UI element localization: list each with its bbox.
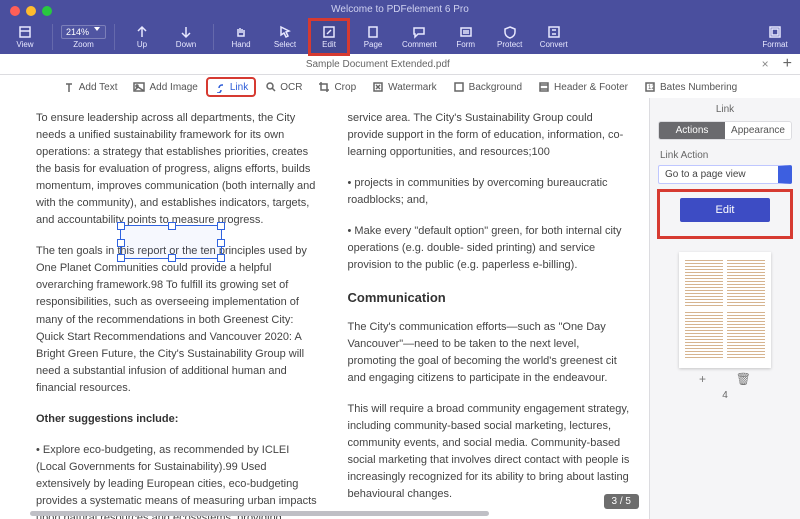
link-action-label: Link Action xyxy=(650,148,800,165)
bates-icon: 12 xyxy=(644,81,656,93)
page-button[interactable]: Page xyxy=(354,20,392,54)
horizontal-scrollbar[interactable] xyxy=(30,511,489,516)
bates-numbering-button[interactable]: 12Bates Numbering xyxy=(638,79,743,95)
convert-icon xyxy=(547,25,561,39)
comment-button[interactable]: Comment xyxy=(398,20,441,54)
resize-handle[interactable] xyxy=(117,239,125,247)
comment-icon xyxy=(412,25,426,39)
body-text: • projects in communities by overcoming … xyxy=(348,175,632,209)
header-footer-icon xyxy=(538,81,550,93)
ocr-button[interactable]: OCR xyxy=(258,79,308,95)
thumb-delete-icon[interactable]: 🗑 xyxy=(736,372,751,386)
tab-bar: Sample Document Extended.pdf × + xyxy=(0,54,800,75)
watermark-icon xyxy=(372,81,384,93)
crop-icon xyxy=(318,81,330,93)
form-button[interactable]: Form xyxy=(447,20,485,54)
window-title: Welcome to PDFelement 6 Pro xyxy=(0,0,800,20)
svg-text:12: 12 xyxy=(648,85,655,91)
add-image-button[interactable]: Add Image xyxy=(127,79,203,95)
view-icon xyxy=(18,25,32,39)
format-icon xyxy=(768,25,782,39)
body-text: service area. The City's Sustainability … xyxy=(348,110,632,161)
resize-handle[interactable] xyxy=(168,254,176,262)
up-button[interactable]: Up xyxy=(123,20,161,54)
body-heading: Other suggestions include: xyxy=(36,411,320,428)
watermark-button[interactable]: Watermark xyxy=(366,79,443,95)
add-text-button[interactable]: Add Text xyxy=(57,79,124,95)
resize-handle[interactable] xyxy=(217,222,225,230)
resize-handle[interactable] xyxy=(168,222,176,230)
target-page-thumbnail[interactable]: + 🗑 4 xyxy=(679,252,771,401)
protect-button[interactable]: Protect xyxy=(491,20,529,54)
tab-appearance[interactable]: Appearance xyxy=(725,122,791,139)
body-text: The City's communication efforts—such as… xyxy=(348,319,632,387)
background-icon xyxy=(453,81,465,93)
body-text: To ensure leadership across all departme… xyxy=(36,110,320,229)
cursor-icon xyxy=(278,25,292,39)
body-text: The ten goals in this report or the ten … xyxy=(36,243,320,396)
resize-handle[interactable] xyxy=(117,222,125,230)
view-button[interactable]: View xyxy=(6,20,44,54)
image-icon xyxy=(133,81,145,93)
thumb-page-number: 4 xyxy=(679,390,771,401)
arrow-up-icon xyxy=(135,25,149,39)
hand-icon xyxy=(234,25,248,39)
page-icon xyxy=(366,25,380,39)
tab-actions[interactable]: Actions xyxy=(659,122,725,139)
document-content: To ensure leadership across all departme… xyxy=(0,98,649,519)
hand-button[interactable]: Hand xyxy=(222,20,260,54)
resize-handle[interactable] xyxy=(217,254,225,262)
tab-close-button[interactable]: × xyxy=(756,57,775,71)
link-icon xyxy=(214,81,226,93)
link-button[interactable]: Link xyxy=(208,79,254,95)
crop-button[interactable]: Crop xyxy=(312,79,362,95)
window-zoom-icon[interactable] xyxy=(42,6,52,16)
zoom-dropdown[interactable]: 214% Zoom xyxy=(61,20,106,54)
window-minimize-icon[interactable] xyxy=(26,6,36,16)
document-tab[interactable]: Sample Document Extended.pdf xyxy=(0,59,756,70)
text-icon xyxy=(63,81,75,93)
section-heading: Communication xyxy=(348,288,632,308)
link-properties-panel: Link Actions Appearance Link Action Go t… xyxy=(649,98,800,519)
panel-tabs: Actions Appearance xyxy=(658,121,792,140)
body-text: This will require a broad community enga… xyxy=(348,401,632,503)
convert-button[interactable]: Convert xyxy=(535,20,573,54)
ocr-icon xyxy=(264,81,276,93)
arrow-down-icon xyxy=(179,25,193,39)
thumb-add-icon[interactable]: + xyxy=(699,372,706,386)
header-footer-button[interactable]: Header & Footer xyxy=(532,79,634,95)
tab-add-button[interactable]: + xyxy=(775,55,800,73)
panel-title: Link xyxy=(650,98,800,121)
resize-handle[interactable] xyxy=(117,254,125,262)
page-counter: 3 / 5 xyxy=(604,494,639,509)
edit-sub-toolbar: Add Text Add Image Link OCR Crop Waterma… xyxy=(0,75,800,100)
format-button[interactable]: Format xyxy=(756,20,794,54)
page-thumbnail xyxy=(679,252,771,368)
edit-button[interactable]: Edit xyxy=(310,20,348,54)
select-button[interactable]: Select xyxy=(266,20,304,54)
resize-handle[interactable] xyxy=(217,239,225,247)
window-close-icon[interactable] xyxy=(10,6,20,16)
link-edit-button[interactable]: Edit xyxy=(680,198,770,222)
form-icon xyxy=(459,25,473,39)
body-text: • Explore eco-budgeting, as recommended … xyxy=(36,442,320,519)
link-selection-box[interactable] xyxy=(120,225,222,259)
edit-icon xyxy=(322,25,336,39)
document-view[interactable]: To ensure leadership across all departme… xyxy=(0,98,649,519)
body-text: • Make every "default option" green, for… xyxy=(348,223,632,274)
main-toolbar: View 214% Zoom Up Down Hand Select Edit … xyxy=(0,20,800,54)
background-button[interactable]: Background xyxy=(447,79,528,95)
shield-icon xyxy=(503,25,517,39)
down-button[interactable]: Down xyxy=(167,20,205,54)
link-action-select[interactable]: Go to a page view xyxy=(658,165,792,184)
